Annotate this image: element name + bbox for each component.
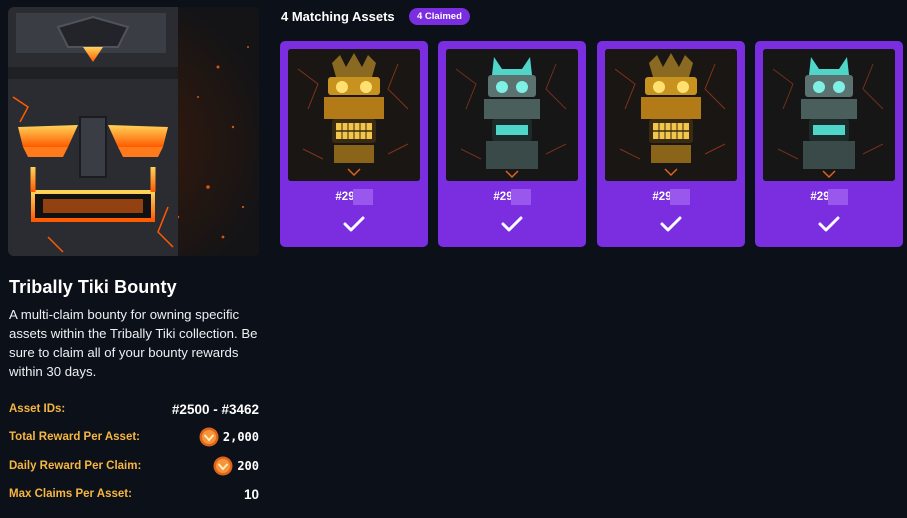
detail-label: Max Claims Per Asset: bbox=[9, 488, 132, 500]
asset-image bbox=[288, 49, 420, 181]
bounty-title: Tribally Tiki Bounty bbox=[9, 277, 177, 297]
detail-row-max-claims: Max Claims Per Asset: 10 bbox=[9, 483, 259, 505]
coin-icon bbox=[213, 456, 233, 476]
detail-row-daily-reward: Daily Reward Per Claim: 200 bbox=[9, 455, 259, 477]
detail-label: Asset IDs: bbox=[9, 403, 66, 415]
asset-id: #29 bbox=[438, 189, 586, 205]
detail-label: Daily Reward Per Claim: bbox=[9, 460, 142, 472]
claimed-badge: 4 Claimed bbox=[409, 8, 470, 25]
check-icon bbox=[660, 216, 682, 232]
asset-id-mask bbox=[510, 189, 531, 205]
asset-id-mask bbox=[669, 189, 690, 205]
asset-card[interactable]: #29 bbox=[755, 41, 903, 247]
detail-value: #2500 - #3462 bbox=[171, 401, 259, 417]
detail-value: 10 bbox=[243, 486, 259, 502]
asset-card[interactable]: #29 bbox=[597, 41, 745, 247]
asset-card[interactable]: #29 bbox=[280, 41, 428, 247]
matching-assets-heading: 4 Matching Assets bbox=[281, 9, 395, 24]
check-icon bbox=[343, 216, 365, 232]
asset-image bbox=[605, 49, 737, 181]
detail-row-asset-ids: Asset IDs: #2500 - #3462 bbox=[9, 398, 259, 420]
bounty-description: A multi-claim bounty for owning specific… bbox=[9, 307, 258, 379]
check-icon bbox=[501, 216, 523, 232]
asset-id: #29 bbox=[755, 189, 903, 205]
check-icon bbox=[818, 216, 840, 232]
bounty-hero-image bbox=[8, 7, 259, 256]
asset-id: #29 bbox=[280, 189, 428, 205]
asset-image bbox=[446, 49, 578, 181]
detail-value: 200 bbox=[237, 459, 259, 473]
detail-value: 2,000 bbox=[222, 430, 259, 444]
detail-value-wrapper: 2,000 bbox=[199, 427, 259, 447]
detail-value-wrapper: 200 bbox=[213, 456, 259, 476]
detail-row-total-reward: Total Reward Per Asset: 2,000 bbox=[9, 426, 259, 448]
asset-id: #29 bbox=[597, 189, 745, 205]
detail-label: Total Reward Per Asset: bbox=[9, 431, 141, 443]
asset-card[interactable]: #29 bbox=[438, 41, 586, 247]
asset-id-mask bbox=[827, 189, 848, 205]
asset-image bbox=[763, 49, 895, 181]
asset-id-mask bbox=[352, 189, 373, 205]
coin-icon bbox=[199, 427, 219, 447]
